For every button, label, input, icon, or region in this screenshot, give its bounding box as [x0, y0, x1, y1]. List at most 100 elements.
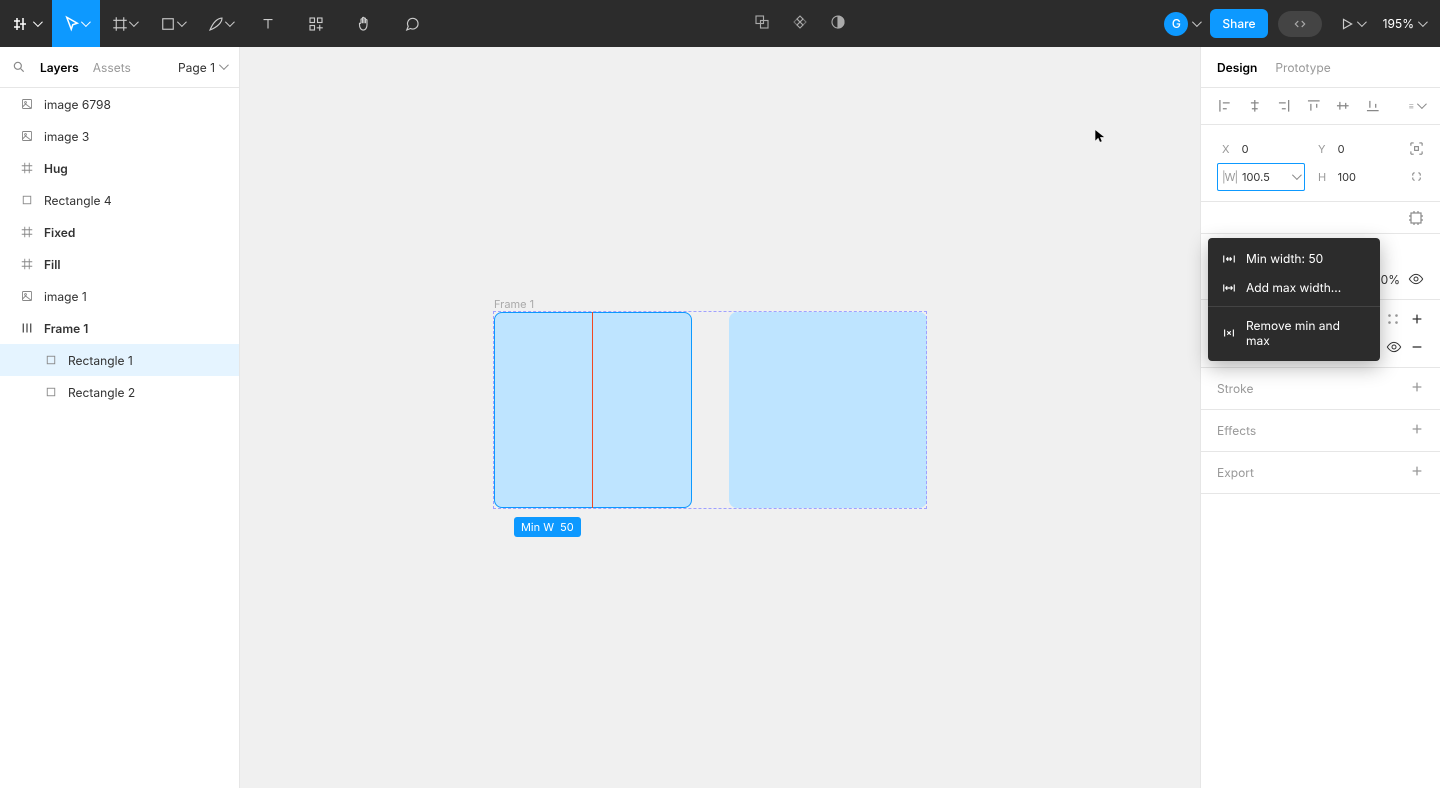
rect-icon: [44, 353, 58, 367]
frame-tool[interactable]: [100, 0, 148, 47]
chevron-down-icon: [177, 20, 185, 28]
popover-add-max-width[interactable]: Add max width...: [1208, 273, 1380, 302]
cursor-icon: [1093, 127, 1107, 145]
align-bottom-icon[interactable]: [1365, 98, 1381, 114]
tab-prototype[interactable]: Prototype: [1275, 60, 1330, 75]
align-vcenter-icon[interactable]: [1335, 98, 1351, 114]
layer-item[interactable]: Rectangle 4: [0, 184, 239, 216]
layer-item-label: image 6798: [44, 97, 111, 112]
boolean-ops-icon[interactable]: [753, 13, 771, 35]
canvas[interactable]: Frame 1 Min W 50: [240, 47, 1200, 788]
layer-item-label: Rectangle 2: [68, 385, 135, 400]
tab-assets[interactable]: Assets: [93, 60, 131, 75]
add-export-button[interactable]: [1410, 464, 1424, 481]
effects-section-title: Effects: [1217, 423, 1256, 438]
zoom-control[interactable]: 195%: [1383, 16, 1426, 31]
chevron-down-icon: [33, 20, 41, 28]
tidy-up-icon[interactable]: [1408, 98, 1424, 114]
image-icon: [20, 129, 34, 143]
hand-tool[interactable]: [340, 0, 388, 47]
width-dropdown-toggle[interactable]: [1292, 170, 1300, 184]
popover-add-max-label: Add max width...: [1246, 280, 1341, 295]
layer-item-label: Fixed: [44, 225, 75, 240]
layer-item-label: Fill: [44, 257, 60, 272]
dev-mode-toggle[interactable]: [1278, 11, 1322, 37]
align-hcenter-icon[interactable]: [1247, 98, 1263, 114]
export-section-title: Export: [1217, 465, 1254, 480]
remove-fill-icon[interactable]: [1410, 340, 1424, 354]
right-panel: Design Prototype X 0: [1200, 47, 1440, 788]
page-label: Page 1: [178, 60, 215, 75]
page-selector[interactable]: Page 1: [178, 60, 227, 75]
constrain-proportions-icon[interactable]: [1409, 169, 1424, 185]
x-label: X: [1222, 142, 1236, 156]
pen-tool[interactable]: [196, 0, 244, 47]
layer-item-label: Hug: [44, 161, 68, 176]
image-icon: [20, 289, 34, 303]
layer-item[interactable]: Rectangle 1: [0, 344, 239, 376]
layer-item[interactable]: image 3: [0, 120, 239, 152]
resources-tool[interactable]: [292, 0, 340, 47]
tab-design[interactable]: Design: [1217, 60, 1257, 75]
tab-layers[interactable]: Layers: [40, 60, 79, 75]
chevron-down-icon: [1418, 20, 1426, 28]
present-button[interactable]: [1332, 17, 1373, 31]
chevron-down-icon: [81, 20, 89, 28]
layer-item-label: Rectangle 4: [44, 193, 112, 208]
add-effect-button[interactable]: [1410, 422, 1424, 439]
clip-content-icon[interactable]: [1408, 210, 1424, 226]
layer-item[interactable]: Fixed: [0, 216, 239, 248]
frame-icon: [20, 257, 34, 271]
text-tool[interactable]: [244, 0, 292, 47]
layer-item[interactable]: Hug: [0, 152, 239, 184]
add-stroke-button[interactable]: [1410, 380, 1424, 397]
min-width-badge-label: Min W: [521, 520, 554, 534]
chevron-down-icon: [1192, 20, 1200, 28]
align-left-icon[interactable]: [1217, 98, 1233, 114]
h-label: H: [1318, 170, 1332, 184]
fill-styles-icon[interactable]: [1386, 312, 1400, 329]
popover-separator: [1208, 306, 1380, 307]
x-input[interactable]: 0: [1242, 142, 1300, 156]
chevron-down-icon: [1357, 20, 1365, 28]
visibility-toggle-icon[interactable]: [1408, 271, 1424, 287]
y-input[interactable]: 0: [1338, 142, 1396, 156]
popover-min-width-label: Min width: 50: [1246, 251, 1323, 266]
comment-tool[interactable]: [388, 0, 436, 47]
min-width-badge-value: 50: [560, 520, 574, 534]
layer-list: image 6798 image 3 Hug Rectangle 4 Fixed Fill…: [0, 88, 239, 408]
mask-icon[interactable]: [829, 13, 847, 35]
stroke-section-title: Stroke: [1217, 381, 1253, 396]
shape-tool[interactable]: [148, 0, 196, 47]
align-top-icon[interactable]: [1306, 98, 1322, 114]
popover-remove-minmax[interactable]: Remove min and max: [1208, 311, 1380, 355]
min-width-badge: Min W 50: [514, 517, 581, 537]
popover-min-width[interactable]: Min width: 50: [1208, 244, 1380, 273]
layer-item[interactable]: Frame 1: [0, 312, 239, 344]
align-right-icon[interactable]: [1276, 98, 1292, 114]
search-icon[interactable]: [12, 60, 26, 74]
layer-item-label: image 3: [44, 129, 89, 144]
frame-label[interactable]: Frame 1: [494, 297, 534, 311]
user-menu[interactable]: G: [1164, 12, 1200, 36]
image-icon: [20, 97, 34, 111]
layer-item[interactable]: Rectangle 2: [0, 376, 239, 408]
fill-visibility-icon[interactable]: [1386, 339, 1402, 355]
share-button[interactable]: Share: [1210, 9, 1267, 38]
layer-item[interactable]: Fill: [0, 248, 239, 280]
width-input[interactable]: 100.5: [1242, 170, 1286, 184]
move-tool[interactable]: [52, 0, 100, 47]
components-icon[interactable]: [791, 13, 809, 35]
rect-icon: [44, 385, 58, 399]
width-field[interactable]: |W| 100.5: [1217, 163, 1305, 191]
layer-item-label: Frame 1: [44, 321, 88, 336]
layer-item[interactable]: image 1: [0, 280, 239, 312]
layer-item-label: Rectangle 1: [68, 353, 133, 368]
add-fill-button[interactable]: [1410, 312, 1424, 329]
absolute-position-icon[interactable]: [1409, 141, 1424, 157]
height-input[interactable]: 100: [1338, 170, 1396, 184]
popover-remove-label: Remove min and max: [1246, 318, 1366, 348]
main-menu-button[interactable]: [0, 0, 52, 47]
layer-item[interactable]: image 6798: [0, 88, 239, 120]
zoom-value: 195%: [1383, 16, 1414, 31]
